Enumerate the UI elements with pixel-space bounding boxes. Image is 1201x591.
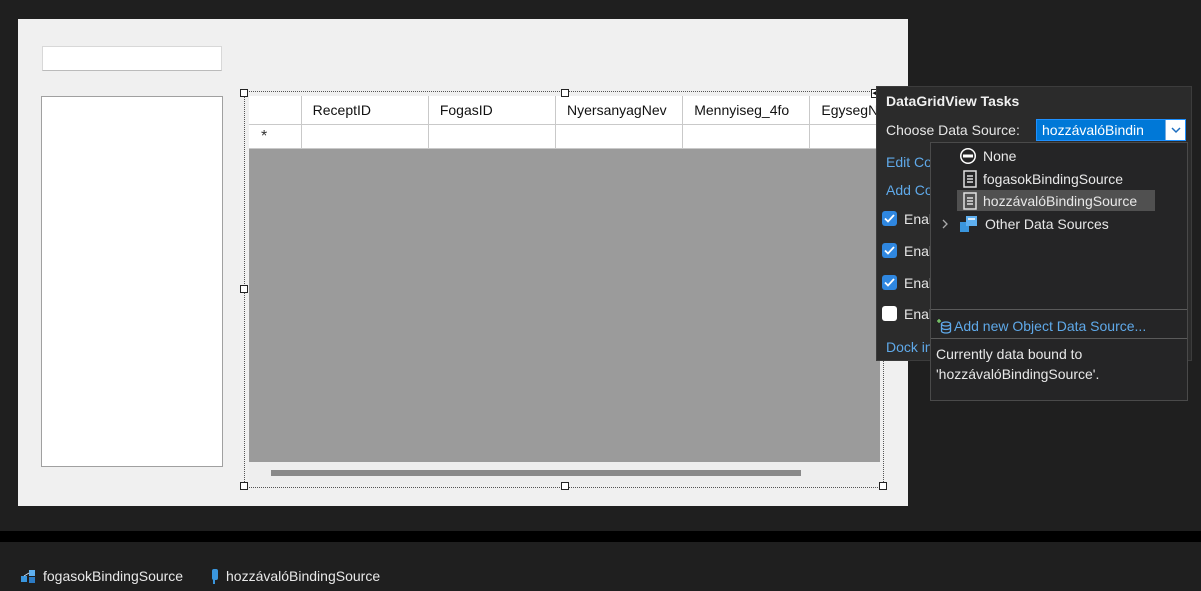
grid-cell[interactable]: [556, 125, 684, 148]
check-icon: [884, 214, 895, 223]
binding-source-tray-icon: [212, 568, 218, 584]
resize-handle-bottom-left[interactable]: [240, 482, 248, 490]
grid-new-row[interactable]: *: [249, 125, 880, 149]
resize-handle-bottom[interactable]: [561, 482, 569, 490]
enable-checkbox-1[interactable]: [882, 211, 897, 226]
tray-separator: [0, 531, 1201, 542]
enable-checkbox-2[interactable]: [882, 243, 897, 258]
data-sources-icon: [960, 216, 977, 232]
data-source-combobox-value: hozzávalóBindin: [1042, 122, 1144, 138]
edit-columns-link[interactable]: Edit Co: [886, 154, 932, 170]
dropdown-item-label: Other Data Sources: [985, 216, 1109, 232]
enable-checkbox-label: Enal: [904, 275, 933, 291]
resize-handle-left[interactable]: [240, 285, 248, 293]
grid-cell[interactable]: [302, 125, 429, 148]
dropdown-item-none[interactable]: None: [959, 146, 1016, 166]
resize-handle-top-left[interactable]: [240, 89, 248, 97]
check-icon: [884, 246, 895, 255]
resize-handle-top[interactable]: [561, 89, 569, 97]
choose-data-source-label: Choose Data Source:: [886, 122, 1020, 138]
none-icon: [960, 148, 976, 164]
binding-source-tray-icon: [21, 569, 35, 583]
check-icon: [884, 278, 895, 287]
component-tray: fogasokBindingSource hozzávalóBindingSou…: [0, 542, 1201, 591]
column-header[interactable]: NyersanyagNev: [556, 96, 684, 124]
enable-checkbox-label: Enal: [904, 306, 933, 322]
add-data-source-icon: [937, 319, 952, 334]
dropdown-item-label: hozzávalóBindingSource: [983, 193, 1138, 209]
data-source-combobox[interactable]: hozzávalóBindin: [1036, 119, 1186, 141]
add-new-object-data-source-label: Add new Object Data Source...: [954, 318, 1147, 334]
chevron-right-icon[interactable]: [939, 218, 951, 230]
dropdown-item-label: None: [983, 148, 1017, 164]
add-column-link[interactable]: Add Co: [886, 182, 933, 198]
binding-source-icon: [963, 170, 977, 188]
description-line: Currently data bound to: [936, 346, 1083, 362]
dropdown-divider: [931, 338, 1187, 339]
add-new-object-data-source-link[interactable]: Add new Object Data Source...: [936, 316, 1146, 336]
resize-handle-bottom-right[interactable]: [879, 482, 887, 490]
dropdown-item-label: fogasokBindingSource: [983, 171, 1124, 187]
column-header[interactable]: ReceptID: [302, 96, 429, 124]
datagridview-control[interactable]: ReceptID FogasID NyersanyagNev Mennyiseg…: [249, 96, 880, 484]
grid-header-row: ReceptID FogasID NyersanyagNev Mennyiseg…: [249, 96, 880, 125]
grid-cell[interactable]: [683, 125, 811, 148]
grid-cell[interactable]: [429, 125, 557, 148]
dock-in-parent-link[interactable]: Dock in: [886, 339, 933, 355]
enable-checkbox-label: Enal: [904, 243, 933, 259]
tray-item-label: fogasokBindingSource: [43, 568, 184, 584]
enable-checkbox-4[interactable]: [882, 306, 897, 321]
grid-cell[interactable]: [810, 125, 880, 148]
chevron-down-icon: [1170, 126, 1181, 133]
dropdown-arrow-button[interactable]: [1165, 120, 1185, 140]
tasks-panel-title: DataGridView Tasks: [886, 93, 1020, 109]
row-header-corner: [249, 96, 302, 124]
textbox-control[interactable]: [42, 46, 222, 71]
enable-checkbox-3[interactable]: [882, 275, 897, 290]
description-line: 'hozzávalóBindingSource'.: [936, 366, 1100, 382]
enable-checkbox-label: Enal: [904, 211, 933, 227]
data-source-dropdown: None fogasokBindingSource hozzávalóBindi…: [930, 142, 1188, 401]
tray-item-hozzavalo[interactable]: hozzávalóBindingSource: [210, 567, 380, 585]
scrollbar-thumb[interactable]: [271, 470, 801, 476]
data-source-description: Currently data bound to 'hozzávalóBindin…: [936, 344, 1176, 384]
new-row-marker: *: [249, 125, 302, 148]
dropdown-item-hozzavalo[interactable]: hozzávalóBindingSource: [963, 191, 1137, 211]
dropdown-item-other-data-sources[interactable]: Other Data Sources: [939, 214, 1109, 234]
horizontal-scrollbar[interactable]: [249, 462, 880, 484]
tray-item-fogasok[interactable]: fogasokBindingSource: [20, 567, 183, 585]
column-header[interactable]: Mennyiseg_4fo: [683, 96, 811, 124]
tray-item-label: hozzávalóBindingSource: [226, 568, 381, 584]
listbox-control[interactable]: [41, 96, 223, 467]
dropdown-divider: [931, 309, 1187, 310]
column-header[interactable]: EgysegN: [810, 96, 880, 124]
dropdown-item-fogasok[interactable]: fogasokBindingSource: [963, 169, 1123, 189]
column-header[interactable]: FogasID: [429, 96, 557, 124]
binding-source-icon: [963, 192, 977, 210]
